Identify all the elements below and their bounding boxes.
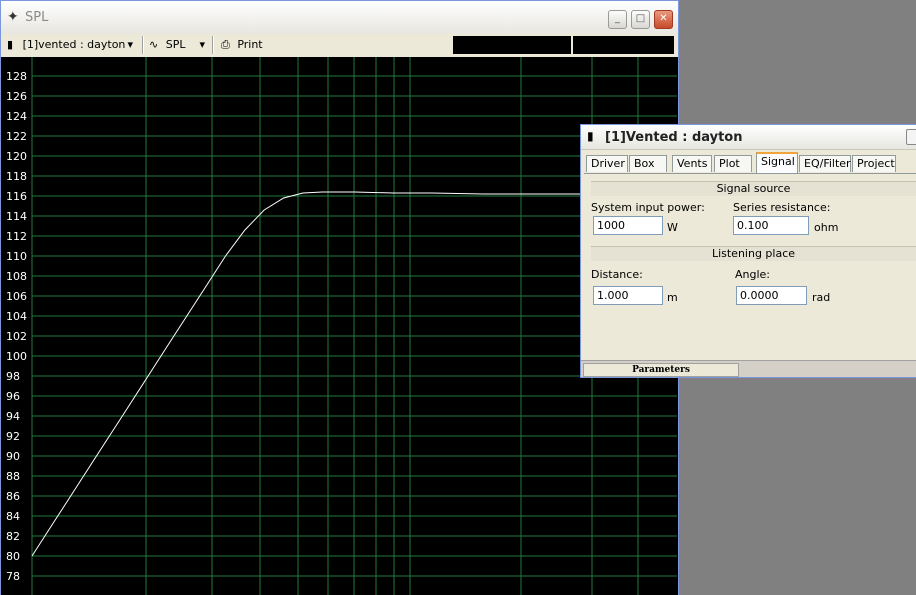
properties-status-bar: Parameters [581, 360, 916, 377]
graph-selector[interactable]: ∿ SPL ▾ [149, 36, 207, 54]
printer-icon: ⎙ [221, 38, 230, 51]
angle-input[interactable] [736, 286, 807, 305]
spl-window-title: SPL [25, 10, 49, 25]
crosshair-icon: ✦ [7, 9, 19, 25]
power-label: System input power: [591, 201, 705, 214]
y-tick-label: 94 [6, 410, 20, 423]
readout-box-left [453, 36, 571, 54]
y-tick-label: 110 [6, 250, 27, 263]
graph-selector-label: SPL [165, 38, 186, 51]
distance-label: Distance: [591, 268, 643, 281]
tab-vents[interactable]: Vents [672, 155, 712, 172]
y-tick-label: 102 [6, 330, 27, 343]
properties-window-title: [1]Vented : dayton [605, 130, 743, 145]
y-tick-label: 114 [6, 210, 27, 223]
chevron-down-icon: ▾ [199, 38, 205, 51]
y-tick-label: 116 [6, 190, 27, 203]
y-tick-label: 90 [6, 450, 20, 463]
angle-label: Angle: [735, 268, 771, 281]
tab-driver[interactable]: Driver [586, 155, 628, 172]
y-tick-label: 88 [6, 470, 20, 483]
spl-toolbar: ▮ [1]vented : dayton ▾ ∿ SPL ▾ ⎙ Print [1, 34, 678, 58]
tab-eq-filter[interactable]: EQ/Filter [799, 155, 851, 172]
speaker-icon: ▮ [7, 38, 14, 51]
spl-title-bar[interactable]: ✦ SPL _ □ ✕ [1, 1, 678, 35]
project-selector-label: [1]vented : dayton [22, 38, 126, 51]
resistance-input[interactable] [733, 216, 809, 235]
y-tick-label: 96 [6, 390, 20, 403]
properties-title-bar[interactable]: ▮ [1]Vented : dayton [581, 125, 916, 150]
y-tick-label: 78 [6, 570, 20, 583]
y-tick-label: 118 [6, 170, 27, 183]
y-tick-label: 98 [6, 370, 20, 383]
power-unit: W [667, 221, 678, 234]
y-tick-label: 104 [6, 310, 27, 323]
readout-box-right [573, 36, 674, 54]
angle-unit: rad [812, 291, 831, 304]
tab-signal[interactable]: Signal [756, 152, 798, 173]
minimize-button[interactable]: _ [608, 10, 627, 29]
properties-close-button[interactable] [906, 129, 916, 145]
y-tick-label: 82 [6, 530, 20, 543]
project-selector[interactable]: ▮ [1]vented : dayton ▾ [7, 36, 137, 54]
y-tick-label: 108 [6, 270, 27, 283]
speaker-icon: ▮ [587, 129, 594, 143]
spl-chart: 128 126 124 122 120 118 116 114 112 110 108 106 104 1… [6, 57, 677, 595]
y-tick-label: 120 [6, 150, 27, 163]
y-tick-label: 124 [6, 110, 27, 123]
print-button[interactable]: ⎙ Print [221, 36, 281, 54]
y-tick-label: 122 [6, 130, 27, 143]
status-panel-parameters: Parameters [583, 363, 739, 377]
y-tick-label: 84 [6, 510, 20, 523]
print-label: Print [237, 38, 263, 51]
chevron-down-icon: ▾ [127, 38, 133, 51]
tab-plot[interactable]: Plot [714, 155, 752, 172]
properties-tabs: Driver Box Vents Plot Signal EQ/Filter P… [584, 152, 916, 174]
y-tick-label: 106 [6, 290, 27, 303]
maximize-button[interactable]: □ [631, 10, 650, 29]
resistance-label: Series resistance: [733, 201, 831, 214]
resistance-unit: ohm [814, 221, 839, 234]
power-input[interactable] [593, 216, 663, 235]
waveform-icon: ∿ [149, 38, 159, 51]
close-button[interactable]: ✕ [654, 10, 673, 29]
y-tick-label: 80 [6, 550, 20, 563]
y-tick-label: 100 [6, 350, 27, 363]
tab-box[interactable]: Box [629, 155, 667, 172]
distance-unit: m [667, 291, 678, 304]
spl-window: ✦ SPL _ □ ✕ ▮ [1]vented : dayton ▾ ∿ SPL… [0, 0, 679, 595]
y-tick-label: 86 [6, 490, 20, 503]
listening-place-heading: Listening place [591, 246, 916, 261]
y-tick-label: 112 [6, 230, 27, 243]
y-tick-label: 126 [6, 90, 27, 103]
properties-window: ▮ [1]Vented : dayton Driver Box Vents Pl… [580, 124, 916, 378]
y-tick-label: 128 [6, 70, 27, 83]
signal-source-heading: Signal source [591, 181, 916, 196]
tab-project[interactable]: Project [852, 155, 896, 172]
y-tick-label: 92 [6, 430, 20, 443]
distance-input[interactable] [593, 286, 663, 305]
spl-plot-area[interactable]: 128 126 124 122 120 118 116 114 112 110 108 106 104 1… [1, 57, 678, 595]
